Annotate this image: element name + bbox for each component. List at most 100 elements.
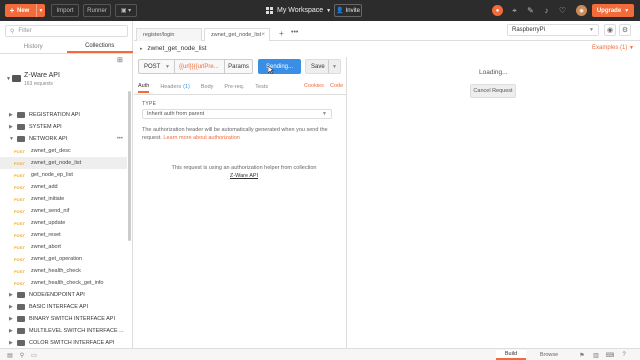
sidebar-toggle-icon[interactable]: ▤ <box>6 351 14 359</box>
params-button[interactable]: Params <box>225 59 253 74</box>
chevron-down-icon[interactable]: ▼ <box>36 4 45 17</box>
new-button-label: New <box>17 7 30 14</box>
tree-request[interactable]: POST zwnet_reset <box>0 229 127 241</box>
layout-icon[interactable]: ▥ <box>592 351 600 359</box>
tab-auth[interactable]: Auth <box>138 81 150 93</box>
code-link[interactable]: Code <box>330 83 343 89</box>
wrench-icon[interactable]: ✎ <box>524 4 537 17</box>
send-button[interactable]: Sending... <box>258 59 301 74</box>
browse-tab[interactable]: Browse <box>532 350 566 360</box>
examples-dropdown[interactable]: Examples (1) ▼ <box>592 45 634 51</box>
console-icon[interactable]: ▭ <box>30 351 38 359</box>
tab-pre-request[interactable]: Pre-req. <box>224 81 244 93</box>
save-button[interactable]: Save ▼ <box>305 59 341 74</box>
notification-icon[interactable]: ♪ <box>540 4 553 17</box>
request-label: zwnet_abort <box>31 244 61 250</box>
collection-link[interactable]: Z-Ware API <box>154 172 334 180</box>
collection-tree: ▶ REGISTRATION API ▶ SYSTEM API ▼ NETWORK API… <box>0 109 127 360</box>
tree-request[interactable]: POST get_node_ep_list <box>0 169 127 181</box>
tab-zwnet-get-node-list[interactable]: zwnet_get_node_list × <box>204 28 270 41</box>
tree-request[interactable]: POST zwnet_initiate <box>0 193 127 205</box>
tree-folder[interactable]: ▶ REGISTRATION API <box>0 109 127 121</box>
tree-folder[interactable]: ▶ NODE/ENDPOINT API <box>0 289 127 301</box>
gear-icon[interactable]: ⚙ <box>619 24 631 36</box>
eye-icon[interactable]: ◉ <box>604 24 616 36</box>
divider <box>134 94 346 95</box>
sidebar-scrollbar[interactable] <box>128 91 131 241</box>
runner-button[interactable]: Runner <box>83 4 111 17</box>
tree-request[interactable]: POST zwnet_get_desc <box>0 145 127 157</box>
invite-button[interactable]: 👤 Invite <box>334 4 362 17</box>
add-tab-icon[interactable]: + <box>279 29 284 38</box>
tree-request[interactable]: POST zwnet_health_check_get_info <box>0 277 127 289</box>
tree-folder[interactable]: ▶ BINARY SWITCH INTERFACE API <box>0 313 127 325</box>
method-badge: POST <box>14 256 25 262</box>
import-button[interactable]: Import <box>51 4 79 17</box>
chevron-right-icon: ▶ <box>9 328 13 334</box>
url-input[interactable]: {{url}}{{urlPre... <box>175 59 225 74</box>
keyboard-icon[interactable]: ⌨ <box>606 351 615 359</box>
user-add-icon: 👤 <box>336 8 344 14</box>
auth-type-select[interactable]: Inherit auth from parent ▼ <box>142 109 332 119</box>
sidebar-tabs: History Collections <box>0 40 133 54</box>
pane-divider[interactable] <box>346 57 347 348</box>
heart-icon[interactable]: ♡ <box>556 4 569 17</box>
folder-label: NETWORK API <box>29 136 68 142</box>
tab-tests[interactable]: Tests <box>255 81 268 93</box>
close-icon[interactable]: × <box>261 32 265 38</box>
tab-body[interactable]: Body <box>201 81 214 93</box>
folder-icon <box>12 75 21 82</box>
build-tab[interactable]: Build <box>496 350 526 360</box>
avatar[interactable]: ◉ <box>576 5 587 16</box>
tree-folder[interactable]: ▶ BASIC INTERFACE API <box>0 301 127 313</box>
tree-request[interactable]: POST zwnet_get_operation <box>0 253 127 265</box>
more-icon[interactable]: ••• <box>117 136 123 142</box>
tree-request[interactable]: POST zwnet_add <box>0 181 127 193</box>
folder-label: BASIC INTERFACE API <box>29 304 88 310</box>
chevron-down-icon[interactable]: ▼ <box>328 60 337 73</box>
tab-history[interactable]: History <box>0 40 67 53</box>
method-badge: POST <box>14 280 25 286</box>
tab-register-login[interactable]: register/login <box>136 28 202 41</box>
request-label: zwnet_get_node_list <box>31 160 82 166</box>
satellite-icon[interactable]: ⌖ <box>508 4 521 17</box>
tree-request[interactable]: POST zwnet_health_check <box>0 265 127 277</box>
environment-select[interactable]: RaspberryPi ▼ <box>507 24 599 36</box>
tree-request[interactable]: POST zwnet_update <box>0 217 127 229</box>
loading-text: Loading... <box>479 69 508 76</box>
collection-name: Z-Ware API <box>24 72 60 79</box>
new-window-button[interactable]: ▣ ▾ <box>115 4 137 17</box>
tree-folder[interactable]: ▼ NETWORK API ••• <box>0 133 127 145</box>
tree-request[interactable]: POST zwnet_get_node_list <box>0 157 127 169</box>
collection-header[interactable]: ▼ Z-Ware API 163 requests <box>0 71 131 89</box>
folder-icon <box>17 328 25 334</box>
request-title[interactable]: ▸ zwnet_get_node_list <box>140 45 207 52</box>
more-icon[interactable]: ••• <box>291 29 298 36</box>
new-collection-icon[interactable]: ⊞ <box>117 56 127 65</box>
method-select[interactable]: POST ▼ <box>138 59 175 74</box>
cancel-request-button[interactable]: Cancel Request <box>470 84 516 98</box>
search-icon[interactable]: ⚲ <box>18 351 26 359</box>
tab-headers[interactable]: Headers (1) <box>160 81 190 93</box>
new-button[interactable]: + New ▼ <box>5 4 45 17</box>
tab-label: Body <box>200 84 214 90</box>
chevron-down-icon: ▼ <box>9 136 14 142</box>
cookies-link[interactable]: Cookies <box>304 83 324 89</box>
top-toolbar: + New ▼ Import Runner ▣ ▾ My Workspace ▼… <box>0 0 640 21</box>
method-badge: POST <box>14 220 25 226</box>
tree-request[interactable]: POST zwnet_send_nif <box>0 205 127 217</box>
tree-folder[interactable]: ▶ SYSTEM API <box>0 121 127 133</box>
help-icon[interactable]: ? <box>620 351 628 359</box>
bootcamp-icon[interactable]: ⚑ <box>578 351 586 359</box>
filter-input[interactable]: ⚲ Filter <box>5 25 128 37</box>
tree-request[interactable]: POST zwnet_abort <box>0 241 127 253</box>
method-value: POST <box>144 63 161 70</box>
upgrade-button[interactable]: Upgrade ▼ <box>592 4 634 17</box>
tab-collections[interactable]: Collections <box>66 40 133 53</box>
tree-folder[interactable]: ▶ MULTILEVEL SWITCH INTERFACE ... <box>0 325 127 337</box>
sync-status-icon[interactable]: ● <box>492 5 503 16</box>
workspace-switcher[interactable]: My Workspace ▼ <box>266 4 331 17</box>
search-icon: ⚲ <box>10 28 15 35</box>
request-label: get_node_ep_list <box>31 172 73 178</box>
learn-more-link[interactable]: Learn more about authorization <box>163 135 239 141</box>
